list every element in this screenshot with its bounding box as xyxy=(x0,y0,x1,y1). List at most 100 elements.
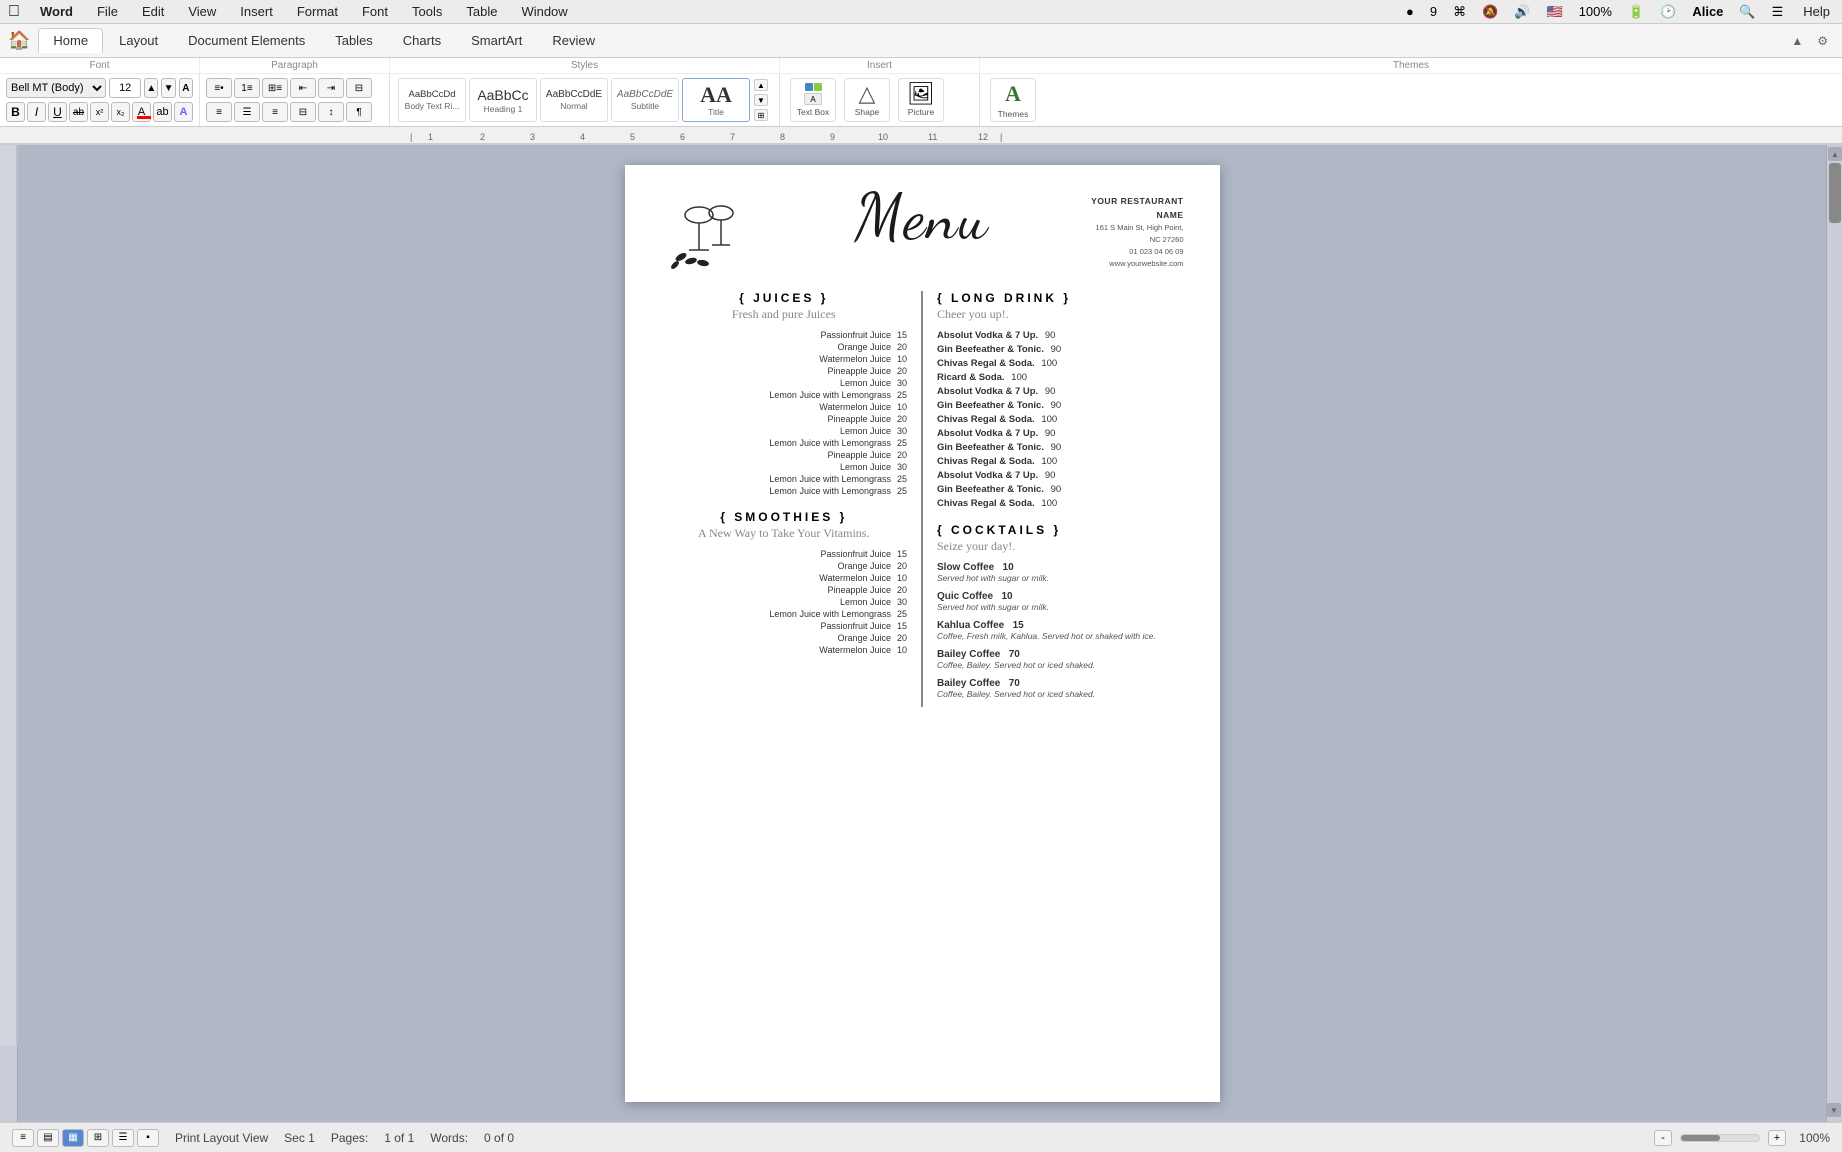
style-title[interactable]: AA Title xyxy=(682,78,750,122)
align-justify-btn[interactable]: ⊟ xyxy=(290,102,316,122)
svg-text:8: 8 xyxy=(780,132,785,142)
view-btn-4[interactable]: ⊞ xyxy=(87,1129,109,1147)
list-outline-btn[interactable]: ⊞≡ xyxy=(262,78,288,98)
font-size-input[interactable] xyxy=(109,78,141,98)
words-label: Words: xyxy=(430,1131,468,1145)
menu-help[interactable]: Help xyxy=(1799,4,1834,19)
svg-text:6: 6 xyxy=(680,132,685,142)
list-bullet-btn[interactable]: ≡• xyxy=(206,78,232,98)
pages-value: 1 of 1 xyxy=(384,1131,414,1145)
right-scrollbar[interactable]: ▲ ▼ xyxy=(1826,145,1842,1122)
menu-font[interactable]: Font xyxy=(358,4,392,19)
styles-scroll-down[interactable]: ▼ xyxy=(754,94,768,106)
menu-insert[interactable]: Insert xyxy=(236,4,277,19)
show-para-btn[interactable]: ¶ xyxy=(346,102,372,122)
shape-insert-btn[interactable]: △ Shape xyxy=(844,78,890,122)
zoom-slider[interactable] xyxy=(1680,1134,1760,1142)
menu-header: Menu YOUR RESTAURANT NAME 161 S Main St,… xyxy=(661,195,1184,275)
menu-content: { JUICES } Fresh and pure Juices Passion… xyxy=(661,291,1184,707)
tab-home[interactable]: Home xyxy=(38,28,103,53)
vertical-ruler xyxy=(0,145,18,1122)
restaurant-address: 161 S Main St, High Point, xyxy=(1064,222,1184,234)
smoothie-item: Passionfruit Juice15 xyxy=(661,549,908,559)
style-heading1[interactable]: AaBbCc Heading 1 xyxy=(469,78,537,122)
tab-layout[interactable]: Layout xyxy=(105,29,172,52)
ld-item: Chivas Regal & Soda. 100 xyxy=(937,358,1184,369)
menu-edit[interactable]: Edit xyxy=(138,4,168,19)
align-left-btn[interactable]: ≡ xyxy=(206,102,232,122)
smoothies-subtitle: A New Way to Take Your Vitamins. xyxy=(661,526,908,541)
view-btn-1[interactable]: ≡ xyxy=(12,1129,34,1147)
font-size-down[interactable]: ▼ xyxy=(161,78,175,98)
styles-scroll-up[interactable]: ▲ xyxy=(754,79,768,91)
align-right-btn[interactable]: ≡ xyxy=(262,102,288,122)
line-spacing-btn[interactable]: ↕ xyxy=(318,102,344,122)
cocktail-item: Bailey Coffee 70 Coffee, Bailey. Served … xyxy=(937,678,1184,699)
menu-table[interactable]: Table xyxy=(462,4,501,19)
menu-view[interactable]: View xyxy=(184,4,220,19)
ribbon-collapse[interactable]: ▲ xyxy=(1785,34,1809,48)
font-clear[interactable]: A xyxy=(179,78,193,98)
superscript-button[interactable]: x² xyxy=(90,102,109,122)
tab-smartart[interactable]: SmartArt xyxy=(457,29,536,52)
ruler-marks: | 1 2 3 4 5 6 7 8 9 10 11 12 | xyxy=(0,127,1842,145)
multicolumn-btn[interactable]: ⊟ xyxy=(346,78,372,98)
apple-menu[interactable]:  xyxy=(8,3,20,21)
zoom-in-btn[interactable]: + xyxy=(1768,1130,1786,1146)
view-btn-6[interactable]: ▪ xyxy=(137,1129,159,1147)
list-numbered-btn[interactable]: 1≡ xyxy=(234,78,260,98)
text-effects-button[interactable]: A xyxy=(174,102,193,122)
style-subtitle[interactable]: AaBbCcDdE Subtitle xyxy=(611,78,679,122)
ld-item: Chivas Regal & Soda. 100 xyxy=(937,414,1184,425)
font-color-button[interactable]: A xyxy=(132,102,151,122)
view-btn-3[interactable]: ▦ xyxy=(62,1129,84,1147)
styles-panel-btn[interactable]: A Text Box xyxy=(790,78,836,122)
picture-insert-btn[interactable]: 🖼 Picture xyxy=(898,78,944,122)
style-body-text[interactable]: AaBbCcDd Body Text Ri... xyxy=(398,78,466,122)
scroll-up-btn[interactable]: ▲ xyxy=(1828,147,1842,161)
cocktail-item: Quic Coffee 10 Served hot with sugar or … xyxy=(937,591,1184,612)
subscript-button[interactable]: x₂ xyxy=(111,102,130,122)
menu-window[interactable]: Window xyxy=(517,4,571,19)
menu-file[interactable]: File xyxy=(93,4,122,19)
indent-decrease-btn[interactable]: ⇤ xyxy=(290,78,316,98)
align-center-btn[interactable]: ☰ xyxy=(234,102,260,122)
italic-button[interactable]: I xyxy=(27,102,46,122)
underline-button[interactable]: U xyxy=(48,102,67,122)
view-btn-5[interactable]: ☰ xyxy=(112,1129,134,1147)
long-drink-title: { LONG DRINK } xyxy=(937,291,1184,305)
svg-text:10: 10 xyxy=(878,132,888,142)
themes-btn[interactable]: A Themes xyxy=(990,78,1036,122)
bold-button[interactable]: B xyxy=(6,102,25,122)
scroll-down-btn[interactable]: ▼ xyxy=(1827,1103,1841,1117)
tab-charts[interactable]: Charts xyxy=(389,29,455,52)
menu-format[interactable]: Format xyxy=(293,4,342,19)
juice-item: Lemon Juice30 xyxy=(661,426,908,436)
ribbon-expand[interactable]: ⚙ xyxy=(1811,34,1834,48)
tab-review[interactable]: Review xyxy=(538,29,609,52)
indent-increase-btn[interactable]: ⇥ xyxy=(318,78,344,98)
font-name-select[interactable]: Bell MT (Body) xyxy=(6,78,106,98)
tab-tables[interactable]: Tables xyxy=(321,29,387,52)
tab-document-elements[interactable]: Document Elements xyxy=(174,29,319,52)
style-normal[interactable]: AaBbCcDdE Normal xyxy=(540,78,608,122)
zoom-out-btn[interactable]: - xyxy=(1654,1130,1672,1146)
styles-more[interactable]: ⊞ xyxy=(754,109,768,121)
ld-item: Absolut Vodka & 7 Up. 90 xyxy=(937,428,1184,439)
juices-section: { JUICES } Fresh and pure Juices Passion… xyxy=(661,291,908,496)
scroll-thumb[interactable] xyxy=(1829,163,1841,223)
strikethrough-button[interactable]: ab xyxy=(69,102,88,122)
menu-left-col: { JUICES } Fresh and pure Juices Passion… xyxy=(661,291,924,707)
menu-word[interactable]: Word xyxy=(36,4,77,19)
view-btn-2[interactable]: ▤ xyxy=(37,1129,59,1147)
font-size-up[interactable]: ▲ xyxy=(144,78,158,98)
document-page: Menu YOUR RESTAURANT NAME 161 S Main St,… xyxy=(625,165,1220,1102)
svg-text:1: 1 xyxy=(428,132,433,142)
menu-tools[interactable]: Tools xyxy=(408,4,446,19)
smoothie-item: Pineapple Juice20 xyxy=(661,585,908,595)
cocktails-section: { COCKTAILS } Seize your day!. Slow Coff… xyxy=(937,523,1184,699)
highlight-button[interactable]: ab xyxy=(153,102,172,122)
juice-item: Orange Juice20 xyxy=(661,342,908,352)
juice-item: Passionfruit Juice15 xyxy=(661,330,908,340)
print-layout-label: Print Layout View xyxy=(175,1131,268,1145)
